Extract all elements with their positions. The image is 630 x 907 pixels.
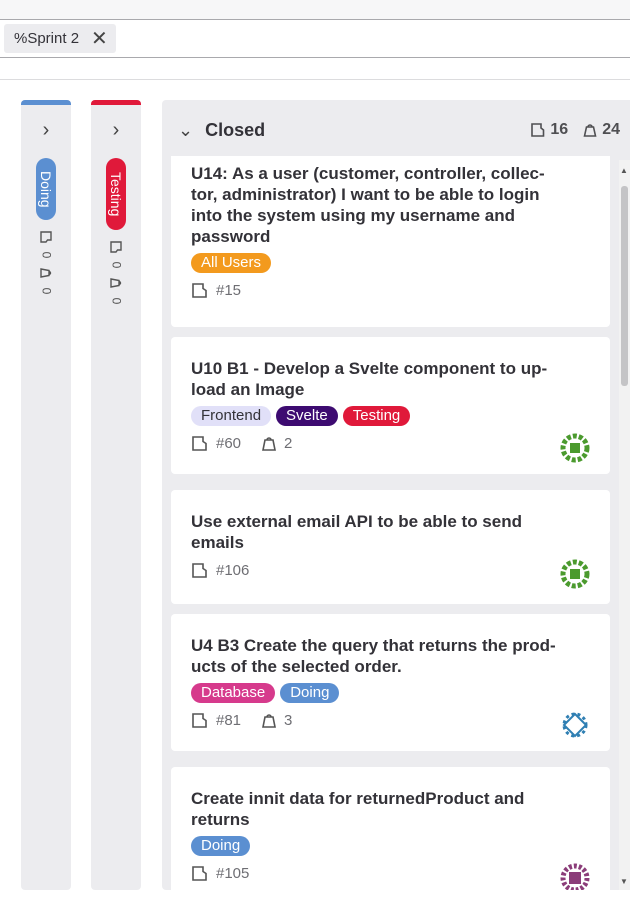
issue-meta: #15 [191,281,590,299]
board-column-doing: › Doing 0 0 [21,100,71,890]
issue-title[interactable]: Use external email API to be able to sen… [191,511,590,553]
issue-title[interactable]: U4 B3 Create the query that returns the … [191,635,590,677]
scroll-up-icon[interactable]: ▲ [620,166,628,175]
label-list: All Users [191,253,590,273]
issue-icon [192,866,207,881]
assignee-avatar[interactable] [560,433,590,463]
issue-icon [531,123,545,137]
label-list: Doing [191,836,590,856]
column-label-testing: Testing [106,158,126,230]
issue-count-stat: 16 [530,121,568,139]
scrollbar[interactable]: ▲ ▼ [619,160,630,890]
issue-icon [192,283,207,298]
column-counts: 0 0 [91,240,141,308]
label-list: Database Doing [191,683,590,703]
issue-title[interactable]: U10 B1 - Develop a Svelte component to u… [191,358,590,400]
label-doing[interactable]: Doing [191,836,251,856]
label-all-users[interactable]: All Users [191,253,272,273]
issue-count: 0 [39,251,53,259]
issue-icon [192,713,207,728]
board-column-testing: › Testing 0 0 [91,100,141,890]
issue-card[interactable]: Use external email API to be able to sen… [171,490,610,604]
issue-meta: #60 2 [191,434,590,452]
chevron-down-icon[interactable]: ⌄ [178,120,193,141]
issue-id: #106 [216,561,250,579]
issue-title[interactable]: Create innit data for returnedProduct an… [191,788,590,830]
column-counts: 0 0 [21,230,71,298]
weight-count: 24 [602,121,620,138]
weight-value: 2 [284,434,293,452]
label-doing[interactable]: Doing [280,683,340,703]
issue-icon [192,436,207,451]
issue-card[interactable]: U10 B1 - Develop a Svelte component to u… [171,337,610,474]
issue-count: 16 [550,121,569,138]
issue-icon [40,231,52,243]
weight-icon [262,437,277,451]
column-header: ⌄ Closed 16 24 [162,100,630,160]
label-database[interactable]: Database [191,683,276,703]
column-color-bar [21,100,71,105]
issue-id: #15 [216,281,242,299]
issue-weight: 3 [260,711,292,729]
weight-icon [262,714,277,728]
issue-meta: #106 [191,561,590,579]
label-frontend[interactable]: Frontend [191,406,272,426]
filter-token-label: %Sprint 2 [14,30,80,47]
column-color-bar [91,100,141,105]
column-title: Closed [205,119,266,140]
issue-id: #60 [216,434,242,452]
top-strip [0,0,630,20]
assignee-avatar[interactable] [560,863,590,890]
board-toolbar [0,58,630,80]
weight-count: 0 [39,287,53,295]
chevron-right-icon[interactable]: › [91,119,141,142]
issue-meta: #81 3 [191,711,590,729]
issue-title[interactable]: U14: As a user (customer, controller, co… [191,163,590,247]
assignee-avatar[interactable] [560,559,590,589]
chevron-right-icon[interactable]: › [21,119,71,142]
assignee-avatar[interactable] [560,710,590,740]
issue-weight: 2 [260,434,292,452]
issue-icon [192,563,207,578]
issue-card[interactable]: U14: As a user (customer, controller, co… [171,156,610,327]
board-column-closed: ⌄ Closed 16 24 U14: As a user (customer,… [162,100,630,890]
weight-icon [110,278,122,288]
close-icon[interactable]: ✕ [91,29,108,49]
label-testing[interactable]: Testing [342,406,411,426]
issue-card[interactable]: U4 B3 Create the query that returns the … [171,614,610,751]
column-label-doing: Doing [36,158,56,220]
label-svelte[interactable]: Svelte [276,406,338,426]
issue-card[interactable]: Create innit data for returnedProduct an… [171,767,610,890]
weight-icon [583,124,597,137]
filter-bar: %Sprint 2 ✕ [0,20,630,58]
scroll-down-icon[interactable]: ▼ [620,877,628,886]
scrollbar-thumb[interactable] [621,186,628,386]
issue-meta: #105 [191,864,590,882]
filter-token-sprint[interactable]: %Sprint 2 ✕ [4,24,116,53]
issue-icon [110,241,122,253]
label-list: Frontend Svelte Testing [191,406,590,426]
issue-id: #81 [216,711,242,729]
weight-icon [40,268,52,278]
issue-count: 0 [109,261,123,269]
issue-id: #105 [216,864,250,882]
weight-stat: 24 [582,121,620,139]
weight-value: 3 [284,711,293,729]
weight-count: 0 [109,297,123,305]
